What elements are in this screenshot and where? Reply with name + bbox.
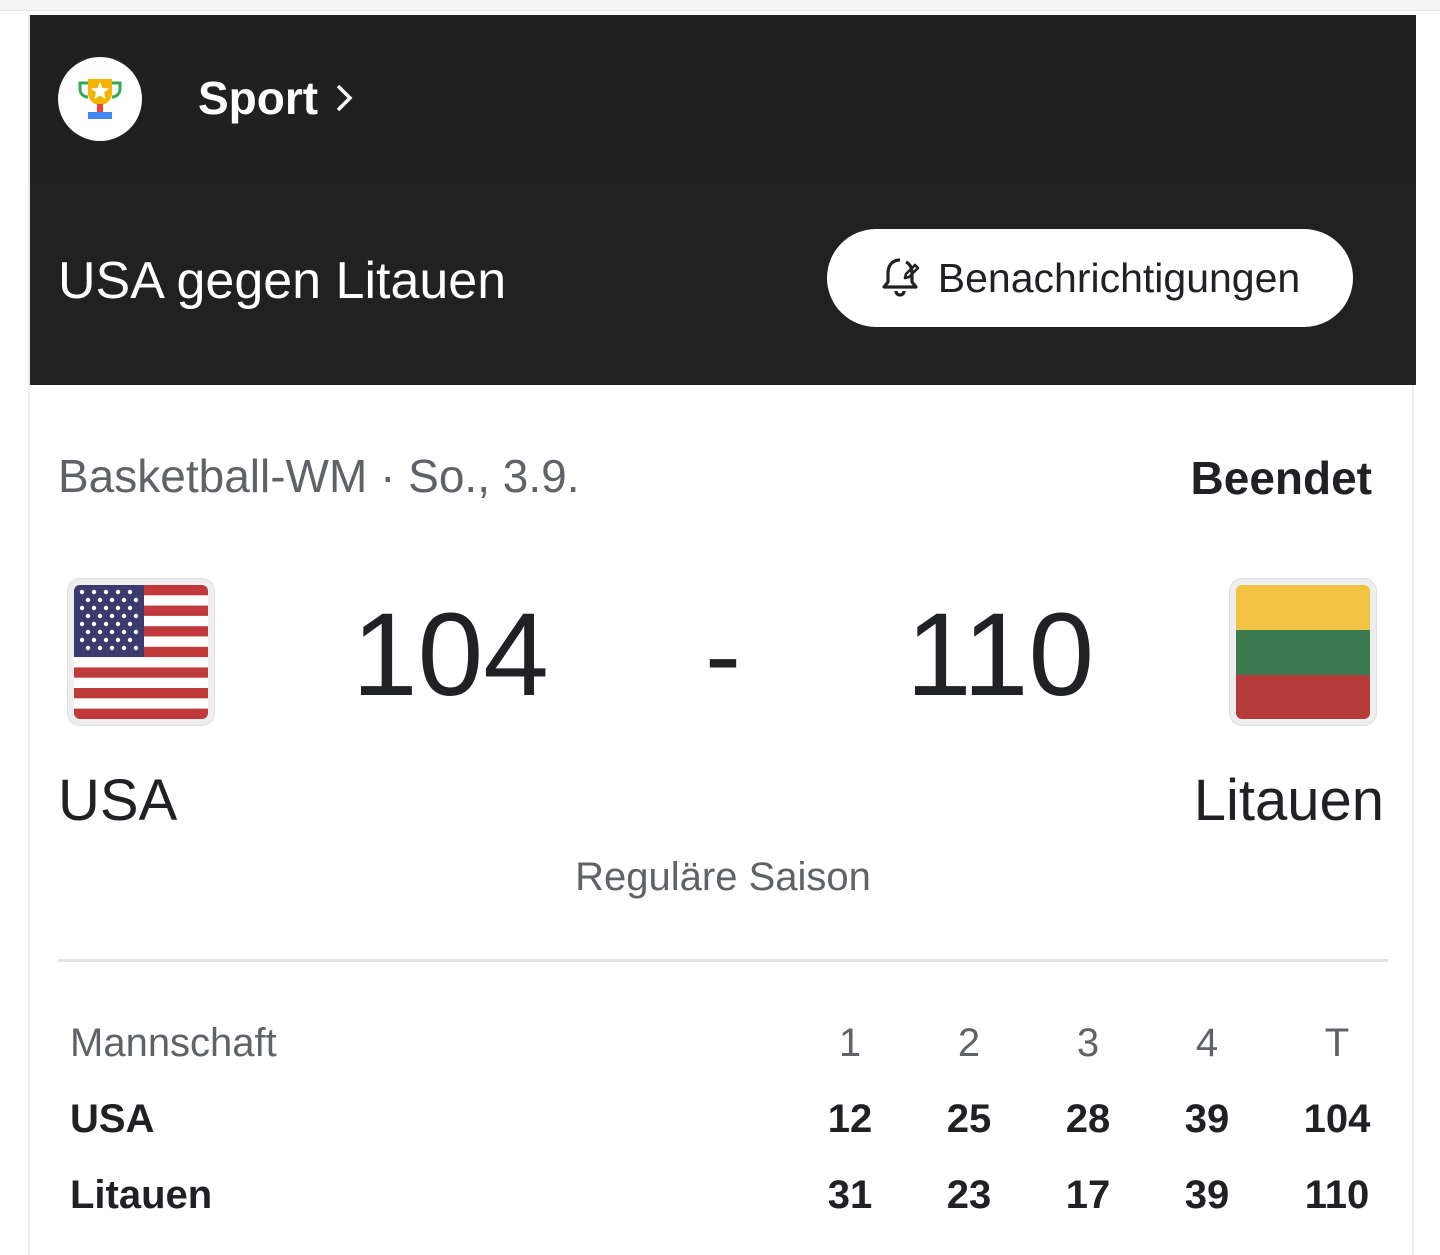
row-total-score: 104: [1303, 1097, 1371, 1141]
row-q3-score: 28: [1065, 1097, 1111, 1141]
trophy-icon[interactable]: [58, 57, 142, 141]
sport-link-label: Sport: [198, 72, 319, 124]
row-q4-score: 39: [1184, 1097, 1230, 1141]
home-team-name[interactable]: USA: [58, 767, 177, 834]
score-separator: -: [705, 594, 741, 715]
table-row: USA 12 25 28 39 104: [58, 1081, 1388, 1157]
table-header-row: Mannschaft 1 2 3 4 T: [58, 1005, 1388, 1081]
divider: [58, 959, 1388, 962]
competition-date: Basketball-WM · So., 3.9.: [58, 450, 580, 502]
row-team-name: USA: [70, 1097, 155, 1141]
notifications-label: Benachrichtigungen: [937, 254, 1301, 301]
row-q3-score: 17: [1065, 1173, 1111, 1217]
table-row: Litauen 31 23 17 39 110: [58, 1157, 1388, 1233]
column-header-team: Mannschaft: [70, 1021, 277, 1065]
row-team-name: Litauen: [70, 1173, 213, 1217]
sport-section-link[interactable]: Sport: [198, 71, 354, 125]
match-status: Beendet: [1190, 452, 1372, 504]
boxscore-table: Mannschaft 1 2 3 4 T USA 12 25 28 39 104…: [58, 1005, 1388, 1233]
bell-edit-icon: [880, 254, 920, 303]
sports-scorecard: Sport USA gegen Litauen Benachrichtigung…: [28, 15, 1416, 1255]
page-top-strip: [0, 0, 1440, 11]
row-total-score: 110: [1304, 1173, 1370, 1217]
usa-flag-icon[interactable]: [68, 579, 214, 725]
column-header-q2: 2: [957, 1021, 981, 1065]
column-header-q3: 3: [1076, 1021, 1100, 1065]
match-title: USA gegen Litauen: [58, 252, 507, 310]
notifications-button[interactable]: Benachrichtigungen: [827, 229, 1353, 327]
row-q1-score: 31: [827, 1173, 873, 1217]
column-header-q4: 4: [1195, 1021, 1219, 1065]
row-q2-score: 23: [946, 1173, 992, 1217]
header-bar: Sport: [30, 15, 1416, 183]
home-score: 104: [352, 589, 549, 721]
row-q4-score: 39: [1184, 1173, 1230, 1217]
away-team-name[interactable]: Litauen: [1194, 767, 1384, 834]
row-q2-score: 25: [946, 1097, 992, 1141]
column-header-q1: 1: [838, 1021, 862, 1065]
season-type: Reguläre Saison: [575, 855, 871, 899]
lithuania-flag-icon[interactable]: [1230, 579, 1376, 725]
row-q1-score: 12: [827, 1097, 873, 1141]
chevron-right-icon: [334, 71, 354, 125]
away-score: 110: [906, 589, 1095, 721]
column-header-total: T: [1324, 1021, 1350, 1065]
